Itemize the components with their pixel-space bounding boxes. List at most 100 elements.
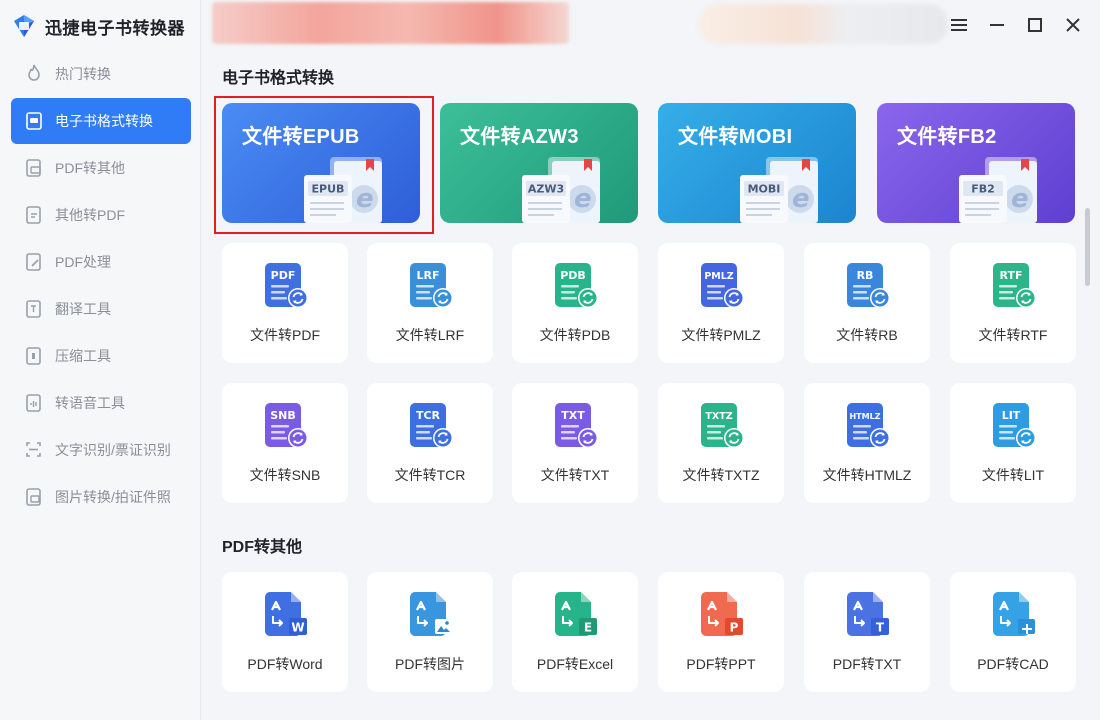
- file-format-icon: PDF: [265, 263, 308, 308]
- pdf-tile-4[interactable]: T PDF转TXT: [804, 572, 930, 692]
- sidebar-item-label: 电子书格式转换: [55, 113, 153, 129]
- big-card-azw3[interactable]: 文件转AZW3 e AZW3: [440, 103, 638, 223]
- format-tile-htmlz[interactable]: HTMLZ 文件转HTMLZ: [804, 383, 930, 503]
- svg-text:PDB: PDB: [560, 269, 586, 282]
- big-card-mobi[interactable]: 文件转MOBI e MOBI: [658, 103, 856, 223]
- format-tile-pdf[interactable]: PDF 文件转PDF: [222, 243, 348, 363]
- big-card-fb2[interactable]: 文件转FB2 e FB2: [877, 103, 1075, 223]
- file-format-icon: PMLZ: [701, 263, 744, 308]
- app-logo-icon: [12, 14, 36, 38]
- selected-card-outline: [214, 96, 434, 234]
- pdf-tile-3[interactable]: P PDF转PPT: [658, 572, 784, 692]
- pdf-tile-1[interactable]: PDF转图片: [367, 572, 493, 692]
- sidebar-item-label: 图片转换/拍证件照: [55, 489, 171, 505]
- file-format-icon: HTMLZ: [847, 403, 890, 448]
- pdf-tile-0[interactable]: W PDF转Word: [222, 572, 348, 692]
- sidebar-item-to-pdf[interactable]: 其他转PDF: [11, 192, 191, 238]
- format-tile-rtf[interactable]: RTF 文件转RTF: [950, 243, 1076, 363]
- sidebar-item-voice[interactable]: 转语音工具: [11, 380, 191, 426]
- tile-label: 文件转SNB: [249, 467, 321, 483]
- big-card-badge: FB2: [971, 183, 995, 196]
- svg-text:RTF: RTF: [1000, 269, 1023, 282]
- tile-label: 文件转TXTZ: [682, 467, 760, 483]
- svg-text:TCR: TCR: [416, 409, 441, 422]
- sidebar-nav: 热门转换电子书格式转换 PDF转其他其他转PDF PDF处理翻译工具压缩工具转语音工…: [11, 51, 191, 521]
- svg-text:E: E: [584, 621, 592, 635]
- tile-label: PDF转图片: [395, 656, 465, 672]
- format-tile-txtz[interactable]: TXTZ 文件转TXTZ: [658, 383, 784, 503]
- sidebar-item-compress[interactable]: 压缩工具: [11, 333, 191, 379]
- image-icon: [23, 486, 45, 508]
- tile-label: 文件转TCR: [394, 467, 466, 483]
- file-format-icon: TXT: [555, 403, 598, 448]
- tile-label: PDF转Excel: [536, 656, 614, 672]
- minimize-icon[interactable]: [985, 13, 1009, 37]
- file-format-icon: LRF: [410, 263, 453, 308]
- pdf-tile-2[interactable]: E PDF转Excel: [512, 572, 638, 692]
- format-tile-pmlz[interactable]: PMLZ 文件转PMLZ: [658, 243, 784, 363]
- pdf-tile-5[interactable]: PDF转CAD: [950, 572, 1076, 692]
- tile-label: PDF转Word: [247, 656, 323, 672]
- sidebar-item-image[interactable]: 图片转换/拍证件照: [11, 474, 191, 520]
- format-tile-lit[interactable]: LIT 文件转LIT: [950, 383, 1076, 503]
- account-banner[interactable]: [698, 4, 948, 44]
- menu-icon[interactable]: [947, 13, 971, 37]
- pdf-convert-icon: [23, 157, 45, 179]
- svg-text:e: e: [792, 184, 810, 214]
- sidebar-item-translate[interactable]: 翻译工具: [11, 286, 191, 332]
- scrollbar-thumb[interactable]: [1085, 208, 1090, 286]
- sidebar-item-ocr[interactable]: 文字识别/票证识别: [11, 427, 191, 473]
- format-tile-snb[interactable]: SNB 文件转SNB: [222, 383, 348, 503]
- pdf-convert-file-icon: E: [555, 592, 597, 636]
- sidebar-item-label: 其他转PDF: [55, 207, 125, 223]
- svg-text:LIT: LIT: [1002, 409, 1021, 422]
- file-format-icon: TXTZ: [701, 403, 744, 448]
- file-format-icon: LIT: [993, 403, 1036, 448]
- tile-label: 文件转LIT: [981, 467, 1045, 483]
- tile-label: 文件转LRF: [395, 327, 465, 343]
- svg-text:SNB: SNB: [270, 409, 296, 422]
- tile-label: 文件转PMLZ: [681, 327, 761, 343]
- sidebar-item-ebook[interactable]: 电子书格式转换: [11, 98, 191, 144]
- sidebar-item-label: 翻译工具: [55, 301, 111, 317]
- sidebar-item-flame[interactable]: 热门转换: [11, 51, 191, 97]
- svg-text:LRF: LRF: [417, 269, 440, 282]
- sidebar-item-pdf-convert[interactable]: PDF转其他: [11, 145, 191, 191]
- sidebar-item-pdf-edit[interactable]: PDF处理: [11, 239, 191, 285]
- sidebar-item-label: PDF处理: [55, 254, 111, 270]
- svg-text:TXT: TXT: [561, 409, 585, 422]
- sidebar: 迅捷电子书转换器 热门转换 电子书格式转换 PDF转其他 其他转PDF PDF处理 翻译工…: [0, 0, 201, 720]
- format-tile-pdb[interactable]: PDB 文件转PDB: [512, 243, 638, 363]
- format-tile-rb[interactable]: RB 文件转RB: [804, 243, 930, 363]
- sidebar-item-label: 压缩工具: [55, 348, 111, 364]
- promo-banner[interactable]: [212, 2, 569, 44]
- svg-text:PMLZ: PMLZ: [704, 271, 733, 282]
- big-card-badge: AZW3: [528, 183, 564, 196]
- ebook-art-icon: e FB2: [959, 157, 1037, 223]
- svg-text:HTMLZ: HTMLZ: [849, 412, 880, 421]
- svg-text:RB: RB: [857, 269, 874, 282]
- close-icon[interactable]: [1061, 13, 1085, 37]
- file-format-icon: TCR: [410, 403, 453, 448]
- maximize-icon[interactable]: [1023, 13, 1047, 37]
- voice-icon: [23, 392, 45, 414]
- svg-text:e: e: [574, 184, 592, 214]
- pdf-convert-file-icon: P: [701, 592, 743, 636]
- big-card-label: 文件转AZW3: [460, 126, 579, 148]
- svg-text:TXTZ: TXTZ: [705, 411, 732, 422]
- tile-label: PDF转CAD: [977, 656, 1049, 672]
- format-tile-lrf[interactable]: LRF 文件转LRF: [367, 243, 493, 363]
- format-tile-tcr[interactable]: TCR 文件转TCR: [367, 383, 493, 503]
- file-format-icon: RB: [847, 263, 890, 308]
- flame-icon: [23, 63, 45, 85]
- big-card-label: 文件转MOBI: [678, 126, 793, 148]
- ebook-art-icon: e MOBI: [740, 157, 818, 223]
- svg-text:e: e: [1011, 184, 1029, 214]
- svg-text:PDF: PDF: [271, 269, 296, 282]
- big-card-label: 文件转FB2: [897, 126, 997, 148]
- sidebar-item-label: 文字识别/票证识别: [55, 442, 171, 458]
- ebook-art-icon: e AZW3: [522, 157, 600, 223]
- sidebar-item-label: 热门转换: [55, 66, 111, 82]
- pdf-edit-icon: [23, 251, 45, 273]
- format-tile-txt[interactable]: TXT 文件转TXT: [512, 383, 638, 503]
